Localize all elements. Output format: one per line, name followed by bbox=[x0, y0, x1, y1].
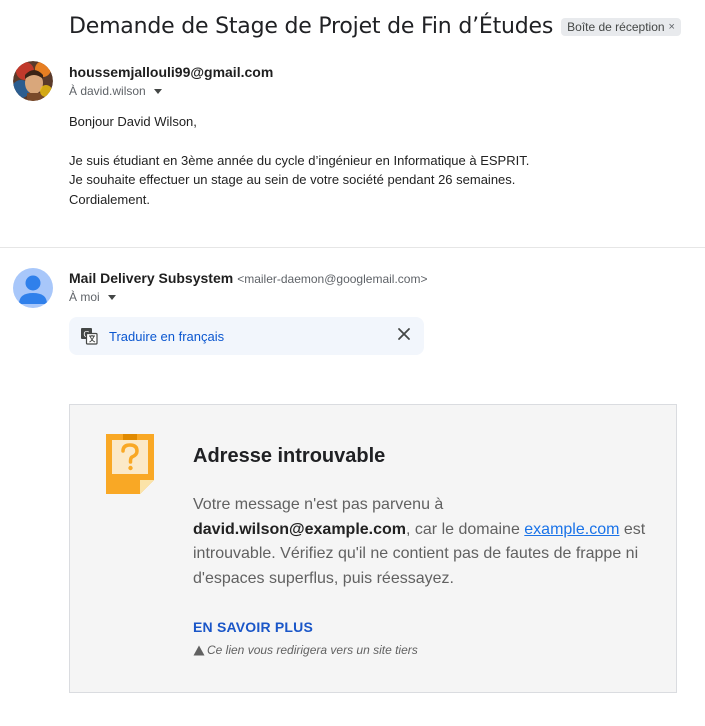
bounce-text-part1: Votre message n'est pas parvenu à bbox=[193, 496, 444, 513]
bounce-text-part2: , car le domaine bbox=[406, 520, 525, 538]
chevron-down-icon bbox=[153, 88, 162, 94]
bounce-message: Votre message n'est pas parvenu à david.… bbox=[193, 493, 663, 591]
bounced-address: david.wilson@example.com bbox=[193, 520, 406, 538]
recipient-details-toggle[interactable]: À david.wilson bbox=[69, 84, 162, 98]
chevron-down-icon bbox=[107, 294, 116, 300]
bounce-notice-card: Adresse introuvable Votre message n'est … bbox=[69, 404, 677, 693]
warning-triangle-icon bbox=[193, 645, 205, 655]
recipient-label-2: À moi bbox=[69, 290, 100, 304]
recipient-label: À david.wilson bbox=[69, 84, 146, 98]
third-party-warning: Ce lien vous redirigera vers un site tie… bbox=[193, 643, 418, 657]
greeting: Bonjour David Wilson, bbox=[69, 114, 197, 129]
avatar-photo-icon bbox=[13, 61, 53, 101]
bounce-title: Adresse introuvable bbox=[193, 445, 386, 467]
inbox-label-chip[interactable]: Boîte de réception × bbox=[561, 17, 681, 36]
translate-bar: G Traduire en français bbox=[69, 317, 424, 355]
email-subject: Demande de Stage de Projet de Fin d’Étud… bbox=[69, 14, 554, 39]
closing: Cordialement. bbox=[69, 191, 150, 207]
sender-name[interactable]: Mail Delivery Subsystem bbox=[69, 270, 233, 286]
sender-avatar[interactable] bbox=[13, 61, 53, 101]
learn-more-link[interactable]: EN SAVOIR PLUS bbox=[193, 619, 313, 635]
domain-link[interactable]: example.com bbox=[524, 521, 619, 538]
body-line-1: Je suis étudiant en 3ème année du cycle … bbox=[69, 152, 530, 168]
sender-avatar-default[interactable] bbox=[13, 268, 53, 308]
sender-email: <mailer-daemon@googlemail.com> bbox=[237, 272, 428, 286]
sender-info: Mail Delivery Subsystem <mailer-daemon@g… bbox=[69, 270, 427, 286]
recipient-details-toggle-2[interactable]: À moi bbox=[69, 290, 116, 304]
translate-icon: G bbox=[81, 328, 98, 345]
label-chip-text: Boîte de réception bbox=[567, 19, 665, 34]
close-icon[interactable] bbox=[397, 327, 411, 341]
question-note-icon bbox=[106, 434, 154, 494]
subject-row: Demande de Stage de Projet de Fin d’Étud… bbox=[69, 14, 681, 39]
body-line-2: Je souhaite effectuer un stage au sein d… bbox=[69, 172, 516, 187]
translate-link[interactable]: Traduire en français bbox=[109, 329, 224, 344]
person-icon bbox=[19, 275, 47, 304]
label-remove-icon[interactable]: × bbox=[669, 21, 675, 33]
message-divider bbox=[0, 247, 705, 248]
sender-address[interactable]: houssemjallouli99@gmail.com bbox=[69, 64, 273, 80]
warning-text: Ce lien vous redirigera vers un site tie… bbox=[207, 643, 418, 657]
message-body: Bonjour David Wilson, Je suis étudiant e… bbox=[69, 112, 529, 209]
